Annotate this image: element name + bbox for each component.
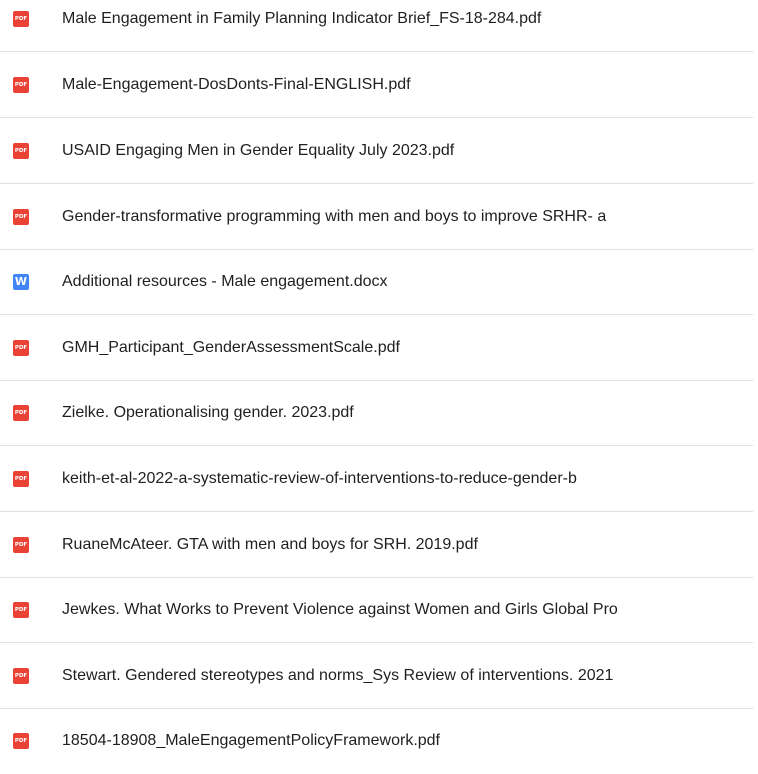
file-row[interactable]: W Additional resources - Male engagement… [0, 249, 753, 315]
file-row[interactable]: PDF Jewkes. What Works to Prevent Violen… [0, 577, 753, 643]
file-row[interactable]: PDF 18504-18908_MaleEngagementPolicyFram… [0, 708, 753, 774]
file-name: Gender-transformative programming with m… [62, 208, 607, 225]
file-row[interactable]: PDF keith-et-al-2022-a-systematic-review… [0, 446, 753, 512]
file-row[interactable]: PDF USAID Engaging Men in Gender Equalit… [0, 118, 753, 184]
file-name: Jewkes. What Works to Prevent Violence a… [62, 601, 618, 618]
file-row[interactable]: PDF RuaneMcAteer. GTA with men and boys … [0, 512, 753, 578]
file-name: Stewart. Gendered stereotypes and norms_… [62, 667, 614, 684]
file-name: Zielke. Operationalising gender. 2023.pd… [62, 404, 354, 421]
file-name: keith-et-al-2022-a-systematic-review-of-… [62, 470, 577, 487]
pdf-icon: PDF [13, 537, 29, 553]
pdf-icon: PDF [13, 405, 29, 421]
pdf-icon: PDF [13, 340, 29, 356]
word-doc-icon: W [13, 274, 29, 290]
file-name: 18504-18908_MaleEngagementPolicyFramewor… [62, 732, 440, 749]
file-name: Additional resources - Male engagement.d… [62, 273, 388, 290]
file-name: Male Engagement in Family Planning Indic… [62, 10, 542, 27]
file-row[interactable]: PDF Male-Engagement-DosDonts-Final-ENGLI… [0, 52, 753, 118]
file-row[interactable]: PDF Male Engagement in Family Planning I… [0, 0, 753, 52]
file-row[interactable]: PDF GMH_Participant_GenderAssessmentScal… [0, 315, 753, 381]
file-row[interactable]: PDF Gender-transformative programming wi… [0, 184, 753, 250]
file-name: GMH_Participant_GenderAssessmentScale.pd… [62, 339, 400, 356]
pdf-icon: PDF [13, 209, 29, 225]
pdf-icon: PDF [13, 11, 29, 27]
pdf-icon: PDF [13, 143, 29, 159]
pdf-icon: PDF [13, 602, 29, 618]
file-row[interactable]: PDF Stewart. Gendered stereotypes and no… [0, 643, 753, 709]
file-name: RuaneMcAteer. GTA with men and boys for … [62, 536, 478, 553]
pdf-icon: PDF [13, 77, 29, 93]
pdf-icon: PDF [13, 668, 29, 684]
file-name: Male-Engagement-DosDonts-Final-ENGLISH.p… [62, 76, 411, 93]
pdf-icon: PDF [13, 471, 29, 487]
file-row[interactable]: PDF Zielke. Operationalising gender. 202… [0, 380, 753, 446]
file-name: USAID Engaging Men in Gender Equality Ju… [62, 142, 455, 159]
pdf-icon: PDF [13, 733, 29, 749]
